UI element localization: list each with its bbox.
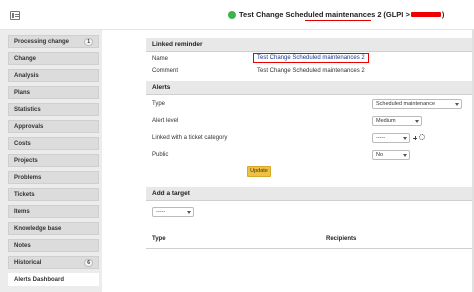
sidebar-item-tickets[interactable]: Tickets bbox=[8, 188, 99, 201]
ticket-category-label: Linked with a ticket category bbox=[152, 135, 228, 141]
sidebar-item-label: Alerts Dashboard bbox=[14, 276, 65, 283]
sidebar-item-label: Notes bbox=[14, 242, 31, 249]
public-value: No bbox=[376, 152, 384, 158]
sidebar-item-label: Change bbox=[14, 55, 37, 62]
type-select[interactable]: Scheduled maintenance bbox=[372, 99, 462, 109]
sidebar-item-label: Knowledge base bbox=[14, 225, 62, 232]
sidebar-item-label: Statistics bbox=[14, 106, 41, 113]
title-underline bbox=[305, 20, 371, 21]
sidebar-item-historical[interactable]: Historical 6 bbox=[8, 256, 99, 269]
plus-icon[interactable] bbox=[413, 136, 417, 140]
top-bar: Test Change Scheduled maintenances 2 (GL… bbox=[0, 0, 474, 30]
name-label: Name bbox=[152, 56, 169, 62]
gear-icon[interactable] bbox=[419, 134, 425, 140]
alert-level-label: Alert level bbox=[152, 118, 179, 124]
target-select-value: ----- bbox=[156, 209, 166, 215]
sidebar-item-items[interactable]: Items bbox=[8, 205, 99, 218]
sidebar-item-knowledge-base[interactable]: Knowledge base bbox=[8, 222, 99, 235]
linked-reminder-header: Linked reminder bbox=[146, 38, 474, 52]
sidebar-item-problems[interactable]: Problems bbox=[8, 171, 99, 184]
page-title: Test Change Scheduled maintenances 2 (GL… bbox=[228, 10, 444, 19]
chevron-down-icon bbox=[403, 137, 407, 140]
alert-level-value: Medium bbox=[376, 118, 396, 124]
column-header-recipients: Recipients bbox=[326, 236, 357, 242]
sidebar-item-plans[interactable]: Plans bbox=[8, 86, 99, 99]
sidebar-item-processing-change[interactable]: Processing change 1 bbox=[8, 35, 99, 48]
targets-table-header bbox=[146, 232, 474, 249]
sidebar-item-label: Items bbox=[14, 208, 30, 215]
sidebar-item-label: Costs bbox=[14, 140, 31, 147]
update-button[interactable]: Update bbox=[247, 166, 271, 177]
sidebar-item-label: Approvals bbox=[14, 123, 44, 130]
type-select-value: Scheduled maintenance bbox=[376, 101, 436, 107]
sidebar-item-label: Problems bbox=[14, 174, 42, 181]
count-badge: 1 bbox=[84, 37, 93, 46]
sidebar-item-costs[interactable]: Costs bbox=[8, 137, 99, 150]
chevron-down-icon bbox=[415, 120, 419, 123]
redacted-mark bbox=[410, 12, 441, 17]
chevron-down-icon bbox=[455, 103, 459, 106]
sidebar-item-alerts-dashboard[interactable]: Alerts Dashboard bbox=[8, 273, 99, 286]
comment-value: Test Change Scheduled maintenances 2 bbox=[257, 68, 365, 74]
chevron-down-icon bbox=[403, 154, 407, 157]
sidebar-item-label: Analysis bbox=[14, 72, 39, 79]
type-label: Type bbox=[152, 101, 166, 107]
title-prefix: Test Change Scheduled bbox=[239, 10, 324, 19]
ticket-category-value: ----- bbox=[376, 135, 386, 141]
alerts-header: Alerts bbox=[146, 81, 474, 95]
sidebar-item-notes[interactable]: Notes bbox=[8, 239, 99, 252]
sidebar-item-label: Tickets bbox=[14, 191, 35, 198]
comment-label: Comment bbox=[152, 68, 179, 74]
target-select[interactable]: ----- bbox=[152, 207, 194, 217]
menu-icon[interactable] bbox=[10, 11, 20, 20]
public-select[interactable]: No bbox=[372, 150, 410, 160]
sidebar-item-projects[interactable]: Projects bbox=[8, 154, 99, 167]
alert-level-select[interactable]: Medium bbox=[372, 116, 422, 126]
sidebar-item-approvals[interactable]: Approvals bbox=[8, 120, 99, 133]
sidebar-item-label: Processing change bbox=[14, 38, 70, 45]
reminder-name-link[interactable]: Test Change Scheduled maintenances 2 bbox=[253, 53, 369, 63]
column-header-type: Type bbox=[152, 236, 166, 242]
sidebar-item-label: Projects bbox=[14, 157, 38, 164]
sidebar: Processing change 1 Change Analysis Plan… bbox=[0, 30, 102, 292]
sidebar-item-statistics[interactable]: Statistics bbox=[8, 103, 99, 116]
count-badge: 6 bbox=[84, 258, 93, 267]
sidebar-item-analysis[interactable]: Analysis bbox=[8, 69, 99, 82]
title-suffix: (GLPI > bbox=[383, 10, 410, 19]
sidebar-item-change[interactable]: Change bbox=[8, 52, 99, 65]
add-target-header: Add a target bbox=[146, 187, 474, 201]
sidebar-item-label: Historical bbox=[14, 259, 42, 266]
public-label: Public bbox=[152, 152, 169, 158]
title-end: ) bbox=[441, 10, 445, 19]
sidebar-item-label: Plans bbox=[14, 89, 31, 96]
ticket-category-select[interactable]: ----- bbox=[372, 133, 410, 143]
title-highlight: maintenances 2 bbox=[325, 10, 382, 19]
status-dot-icon bbox=[228, 10, 236, 19]
chevron-down-icon bbox=[187, 211, 191, 214]
